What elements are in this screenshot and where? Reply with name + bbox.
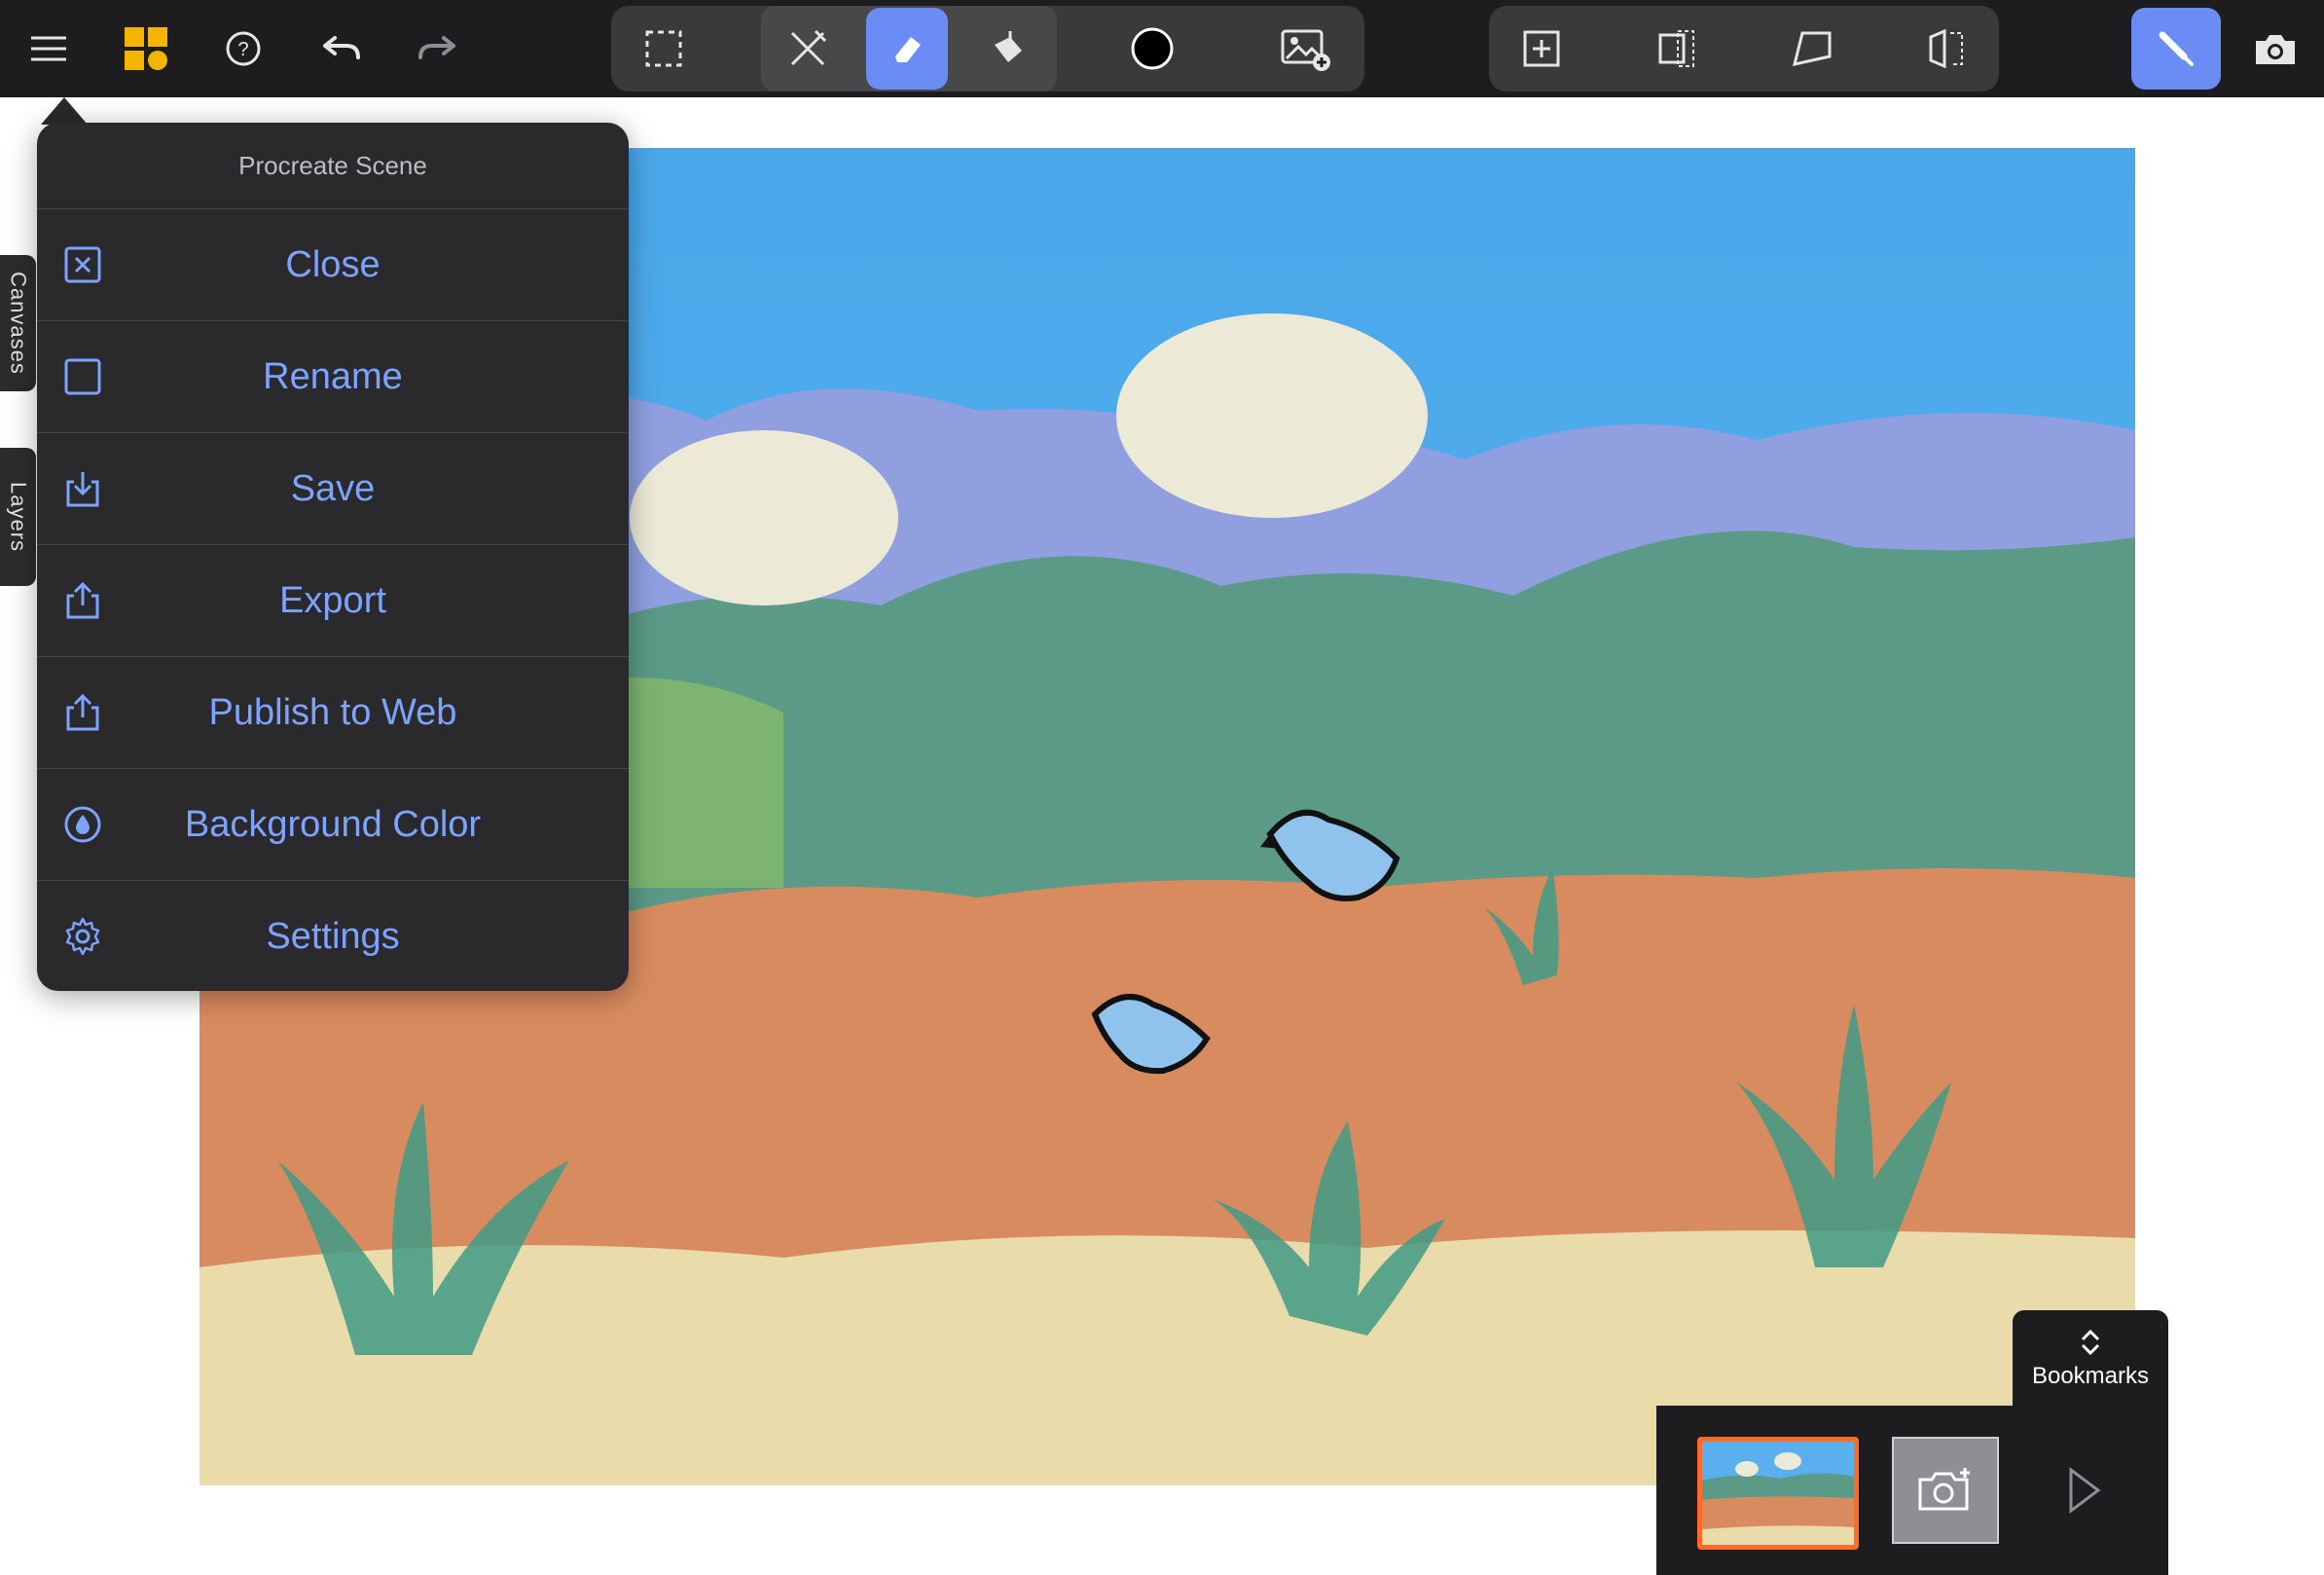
canvases-tab[interactable]: Canvases <box>0 255 36 391</box>
settings-label: Settings <box>266 915 400 957</box>
gear-icon <box>65 917 100 956</box>
rename-label: Rename <box>263 355 403 397</box>
close-menu-item[interactable]: Close <box>37 209 629 321</box>
save-icon <box>66 472 99 507</box>
add-frame-icon[interactable] <box>1501 8 1582 90</box>
save-menu-item[interactable]: Save <box>37 433 629 545</box>
layers-tab[interactable]: Layers <box>0 448 36 586</box>
close-label: Close <box>285 243 381 285</box>
export-menu-item[interactable]: Export <box>37 545 629 657</box>
background-color-menu-item[interactable]: Background Color <box>37 769 629 881</box>
menu-pointer <box>41 97 88 125</box>
perspective-icon[interactable] <box>1771 8 1853 90</box>
menu-title: Procreate Scene <box>37 123 629 209</box>
bookmarks-toggle[interactable]: Bookmarks <box>2013 1310 2168 1408</box>
publish-menu-item[interactable]: Publish to Web <box>37 657 629 769</box>
background-color-label: Background Color <box>184 803 482 845</box>
scene-menu: Procreate Scene Close Rename Save Export… <box>37 123 629 991</box>
save-label: Save <box>290 467 376 509</box>
settings-menu-item[interactable]: Settings <box>37 881 629 992</box>
export-icon <box>66 581 99 619</box>
app-logo[interactable] <box>105 8 187 90</box>
layers-tab-label: Layers <box>6 481 31 553</box>
export-label: Export <box>279 579 386 621</box>
camera-icon[interactable] <box>2234 8 2316 90</box>
add-bookmark-button[interactable] <box>1892 1437 1999 1544</box>
bookmarks-panel <box>1656 1406 2168 1575</box>
hamburger-menu-icon[interactable] <box>8 8 90 90</box>
color-drop-icon <box>64 806 101 843</box>
publish-icon <box>66 693 99 731</box>
canvases-tab-label: Canvases <box>6 272 31 375</box>
rename-menu-item[interactable]: Rename <box>37 321 629 433</box>
eraser-icon[interactable] <box>866 8 948 90</box>
play-icon[interactable] <box>2065 1466 2104 1515</box>
undo-icon[interactable] <box>300 8 381 90</box>
draw-mode-icon[interactable] <box>2131 8 2221 90</box>
chevron-up-down-icon <box>2081 1329 2100 1356</box>
publish-label: Publish to Web <box>208 691 457 733</box>
square-icon <box>64 358 101 395</box>
selection-icon[interactable] <box>623 8 705 90</box>
fill-icon[interactable] <box>967 8 1049 90</box>
crop-icon[interactable] <box>1635 8 1717 90</box>
top-toolbar: ? <box>0 0 2324 97</box>
color-swatch-icon[interactable] <box>1111 8 1193 90</box>
redo-icon[interactable] <box>397 8 479 90</box>
add-image-icon[interactable] <box>1265 8 1347 90</box>
brush-tools-icon[interactable] <box>767 8 849 90</box>
bookmarks-label: Bookmarks <box>2031 1363 2150 1389</box>
svg-text:?: ? <box>237 39 248 60</box>
flip-icon[interactable] <box>1906 8 1987 90</box>
help-icon[interactable]: ? <box>202 8 284 90</box>
close-square-icon <box>64 246 101 283</box>
camera-add-icon <box>1918 1468 1970 1511</box>
bookmark-thumbnail[interactable] <box>1697 1437 1859 1550</box>
